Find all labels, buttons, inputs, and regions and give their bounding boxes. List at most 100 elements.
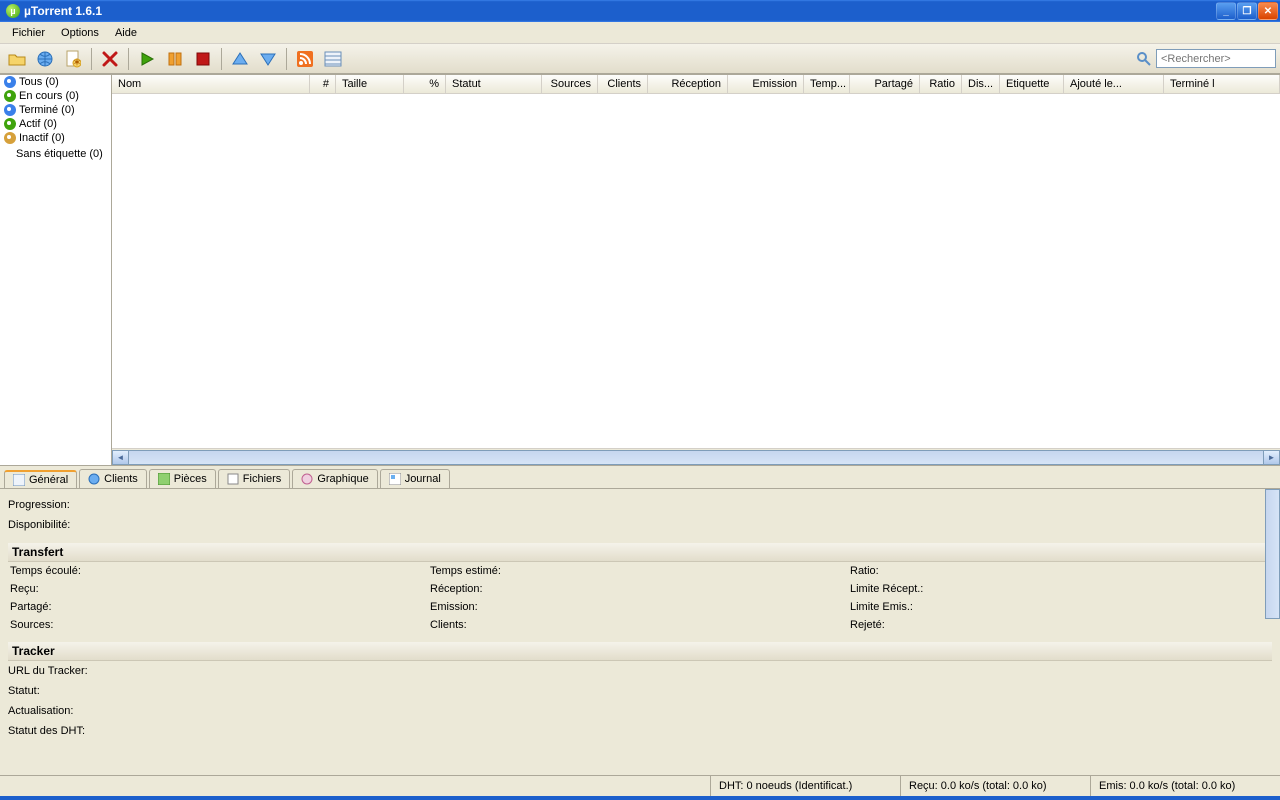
col-num[interactable]: # <box>310 75 336 93</box>
menu-options[interactable]: Options <box>53 25 107 41</box>
label-elapsed: Temps écoulé: <box>8 562 428 580</box>
col-time[interactable]: Temp... <box>804 75 850 93</box>
maximize-button[interactable]: ❐ <box>1237 2 1257 20</box>
tab-label: Pièces <box>174 473 207 485</box>
search-icon <box>1136 51 1152 67</box>
label-tracker-status: Statut: <box>8 681 1272 701</box>
close-button[interactable]: ✕ <box>1258 2 1278 20</box>
label-recv-limit: Limite Récept.: <box>848 580 1272 598</box>
col-send[interactable]: Emission <box>728 75 804 93</box>
hscrollbar[interactable]: ◄ ► <box>112 448 1280 465</box>
tab-graph[interactable]: Graphique <box>292 469 377 488</box>
col-clients[interactable]: Clients <box>598 75 648 93</box>
info-icon <box>13 474 25 486</box>
col-recv[interactable]: Réception <box>648 75 728 93</box>
label-eta: Temps estimé: <box>428 562 848 580</box>
label-rejected: Rejeté: <box>848 616 1272 634</box>
check-icon <box>4 104 16 116</box>
scroll-right-icon[interactable]: ► <box>1263 450 1280 465</box>
col-dis[interactable]: Dis... <box>962 75 1000 93</box>
sidebar-nolabel[interactable]: Sans étiquette (0) <box>0 145 111 163</box>
tab-clients[interactable]: Clients <box>79 469 147 488</box>
sidebar-item-active[interactable]: Actif (0) <box>0 117 111 131</box>
col-name[interactable]: Nom <box>112 75 310 93</box>
col-added[interactable]: Ajouté le... <box>1064 75 1164 93</box>
label-clients: Clients: <box>428 616 848 634</box>
remove-icon[interactable] <box>97 47 123 71</box>
label-recv-rate: Réception: <box>428 580 848 598</box>
pause-icon[interactable] <box>162 47 188 71</box>
svg-text:✶: ✶ <box>72 57 81 68</box>
pieces-icon <box>158 473 170 485</box>
menu-help[interactable]: Aide <box>107 25 145 41</box>
label-tracker-update: Actualisation: <box>8 701 1272 721</box>
pause-small-icon <box>4 132 16 144</box>
move-down-icon[interactable] <box>255 47 281 71</box>
toolbar-separator <box>128 48 129 70</box>
toolbar-separator <box>91 48 92 70</box>
col-size[interactable]: Taille <box>336 75 404 93</box>
toolbar: ✶ <box>0 44 1280 74</box>
label-send-limit: Limite Emis.: <box>848 598 1272 616</box>
sidebar-item-downloading[interactable]: En cours (0) <box>0 89 111 103</box>
col-status[interactable]: Statut <box>446 75 542 93</box>
details-tabs: Général Clients Pièces Fichiers Graphiqu… <box>0 466 1280 488</box>
col-label[interactable]: Etiquette <box>1000 75 1064 93</box>
tab-pieces[interactable]: Pièces <box>149 469 216 488</box>
toolbar-separator <box>286 48 287 70</box>
app-title: µTorrent 1.6.1 <box>24 4 102 18</box>
taskbar-edge <box>0 796 1280 800</box>
play-icon <box>4 118 16 130</box>
log-icon <box>389 473 401 485</box>
scroll-track[interactable] <box>129 450 1263 465</box>
status-recv: Reçu: 0.0 ko/s (total: 0.0 ko) <box>900 776 1090 796</box>
sidebar-item-completed[interactable]: Terminé (0) <box>0 103 111 117</box>
tab-log[interactable]: Journal <box>380 469 450 488</box>
tab-files[interactable]: Fichiers <box>218 469 291 488</box>
section-tracker: Tracker <box>8 642 1272 661</box>
window-buttons: _ ❐ ✕ <box>1216 2 1278 20</box>
list-body[interactable] <box>112 94 1280 448</box>
move-up-icon[interactable] <box>227 47 253 71</box>
label-received: Reçu: <box>8 580 428 598</box>
graph-icon <box>301 473 313 485</box>
start-icon[interactable] <box>134 47 160 71</box>
rss-icon[interactable] <box>292 47 318 71</box>
open-url-icon[interactable] <box>32 47 58 71</box>
col-shared[interactable]: Partagé <box>850 75 920 93</box>
search-input[interactable] <box>1156 49 1276 68</box>
label-progress: Progression: <box>8 495 1272 515</box>
sidebar-item-label: Tous (0) <box>19 76 59 88</box>
scroll-thumb[interactable] <box>1265 489 1280 619</box>
section-transfer: Transfert <box>8 543 1272 562</box>
col-ratio[interactable]: Ratio <box>920 75 962 93</box>
minimize-button[interactable]: _ <box>1216 2 1236 20</box>
sidebar-item-label: En cours (0) <box>19 90 79 102</box>
search-wrap <box>1136 49 1276 68</box>
file-icon <box>227 473 239 485</box>
tab-general[interactable]: Général <box>4 470 77 489</box>
details-panel: Général Clients Pièces Fichiers Graphiqu… <box>0 465 1280 775</box>
tab-label: Général <box>29 474 68 486</box>
preferences-icon[interactable] <box>320 47 346 71</box>
vscrollbar[interactable] <box>1263 489 1280 775</box>
tab-label: Journal <box>405 473 441 485</box>
titlebar: µ µTorrent 1.6.1 _ ❐ ✕ <box>0 0 1280 22</box>
tab-label: Fichiers <box>243 473 282 485</box>
menu-file[interactable]: Fichier <box>4 25 53 41</box>
sidebar-item-all[interactable]: Tous (0) <box>0 75 111 89</box>
col-sources[interactable]: Sources <box>542 75 598 93</box>
new-torrent-icon[interactable]: ✶ <box>60 47 86 71</box>
label-ratio: Ratio: <box>848 562 1272 580</box>
sidebar-item-label: Actif (0) <box>19 118 57 130</box>
col-pct[interactable]: % <box>404 75 446 93</box>
scroll-left-icon[interactable]: ◄ <box>112 450 129 465</box>
sidebar-item-inactive[interactable]: Inactif (0) <box>0 131 111 145</box>
stop-icon[interactable] <box>190 47 216 71</box>
label-dht-status: Statut des DHT: <box>8 721 1272 741</box>
sidebar-item-label: Terminé (0) <box>19 104 75 116</box>
col-done[interactable]: Terminé l <box>1164 75 1280 93</box>
open-torrent-icon[interactable] <box>4 47 30 71</box>
sidebar-item-label: Inactif (0) <box>19 132 65 144</box>
globe-icon <box>88 473 100 485</box>
